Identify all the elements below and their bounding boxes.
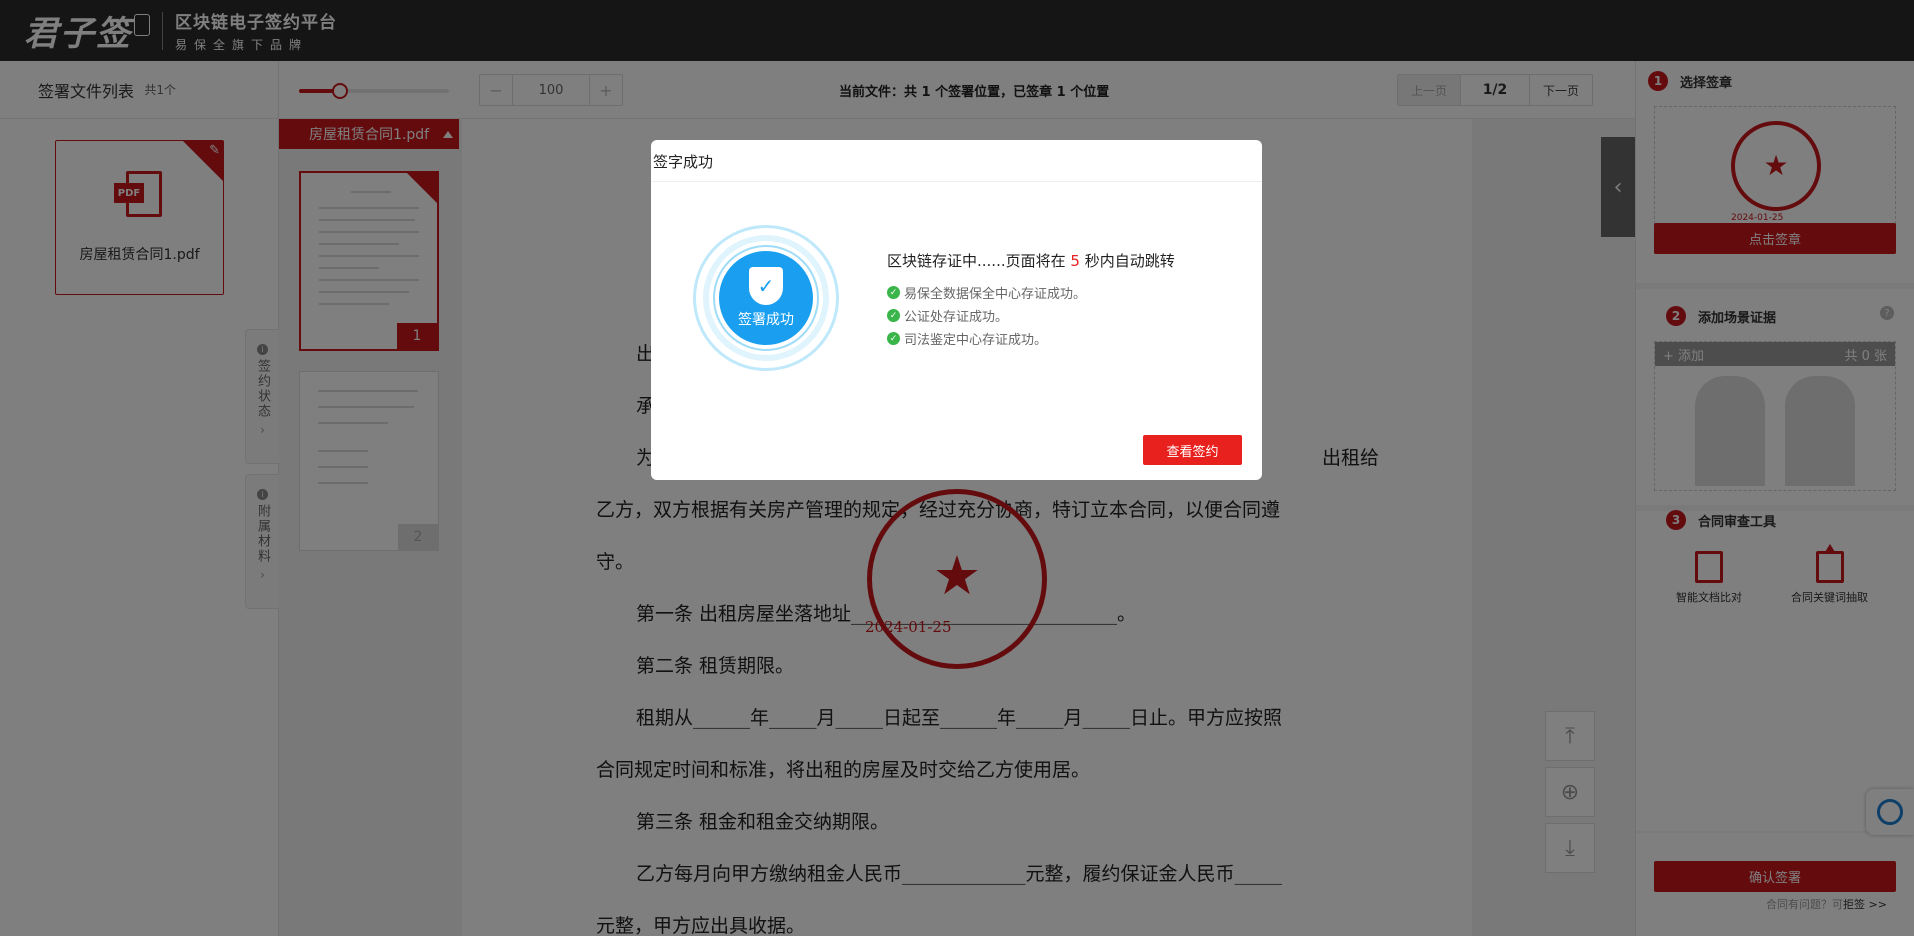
redirect-prefix: 区块链存证中......页面将在 bbox=[887, 252, 1066, 270]
redirect-message: 区块链存证中......页面将在 5 秒内自动跳转 bbox=[887, 250, 1175, 271]
dialog-title: 签字成功 bbox=[651, 140, 1262, 182]
badge-text: 签署成功 bbox=[738, 312, 794, 328]
check-circle-icon: ✓ bbox=[887, 332, 900, 345]
redirect-suffix: 秒内自动跳转 bbox=[1084, 252, 1175, 270]
check-circle-icon: ✓ bbox=[887, 286, 900, 299]
sign-success-dialog: 签字成功 ✓ 签署成功 区块链存证中......页面将在 5 秒内自动跳转 ✓ … bbox=[651, 140, 1262, 480]
shield-check-icon: ✓ 签署成功 bbox=[719, 251, 813, 345]
check-icon: ✓ bbox=[749, 267, 783, 305]
evidence-status-text: 易保全数据保全中心存证成功。 bbox=[904, 287, 1087, 302]
evidence-status-item: ✓ 公证处存证成功。 bbox=[887, 306, 1008, 325]
evidence-status-item: ✓ 司法鉴定中心存证成功。 bbox=[887, 329, 1047, 348]
check-circle-icon: ✓ bbox=[887, 309, 900, 322]
evidence-status-text: 公证处存证成功。 bbox=[904, 310, 1009, 325]
view-contract-button[interactable]: 查看签约 bbox=[1143, 435, 1242, 465]
countdown-seconds: 5 bbox=[1070, 252, 1080, 270]
evidence-status-item: ✓ 易保全数据保全中心存证成功。 bbox=[887, 283, 1086, 302]
evidence-status-text: 司法鉴定中心存证成功。 bbox=[904, 333, 1048, 348]
success-badge: ✓ 签署成功 bbox=[693, 225, 839, 371]
